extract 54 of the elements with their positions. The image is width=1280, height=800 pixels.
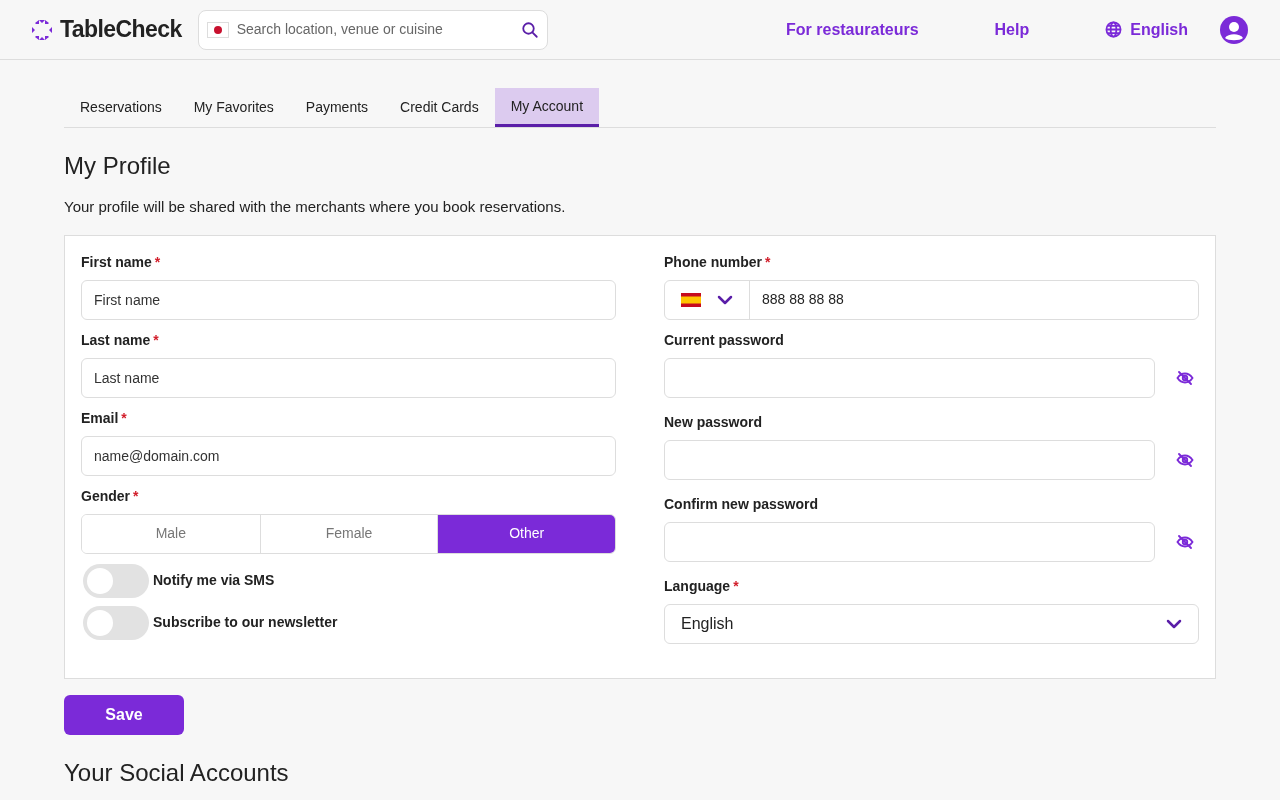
section-title: Your Social Accounts (64, 757, 290, 788)
chevron-down-icon (1166, 618, 1182, 629)
required-mark: * (121, 408, 127, 428)
required-mark: * (153, 330, 159, 350)
field-label: Gender (81, 486, 130, 506)
tab[interactable]: My Favorites (177, 88, 290, 127)
tab[interactable]: Credit Cards (384, 88, 495, 127)
search-input[interactable]: Search location, venue or cuisine (236, 19, 513, 40)
field-label: Phone number (664, 252, 762, 272)
eye-slash-icon[interactable] (1176, 368, 1194, 387)
chevron-down-icon (717, 294, 733, 305)
gender-option[interactable]: Other (437, 514, 615, 553)
required-mark: * (133, 486, 139, 506)
nav-link[interactable]: For restaurateurs (786, 17, 919, 42)
tab[interactable]: My Account (494, 88, 600, 127)
description-text: Your profile will be shared with the merchants where you book reservations. (64, 197, 567, 217)
required-mark: * (733, 576, 739, 596)
save-button[interactable]: Save (64, 694, 184, 735)
tab[interactable]: Payments (289, 88, 385, 127)
required-mark: * (154, 252, 161, 272)
logo-text: TableCheck (60, 15, 182, 45)
input-field[interactable]: Last name (81, 357, 616, 398)
toggle-label: Subscribe to our newsletter (153, 613, 338, 632)
field-label: Confirm new password (664, 494, 819, 514)
field-label: Current password (664, 330, 784, 350)
logo-icon (32, 19, 52, 40)
user-avatar-icon[interactable] (1220, 15, 1248, 44)
field-label: Last name (81, 330, 151, 350)
password-field[interactable] (664, 439, 1155, 480)
input-field[interactable]: First name (81, 279, 616, 320)
required-mark: * (765, 252, 771, 272)
password-field[interactable] (664, 521, 1155, 562)
japan-flag-icon (206, 21, 229, 38)
input-field[interactable]: name@domain.com (81, 435, 616, 476)
field-label: First name (81, 252, 152, 272)
field-label: Email (81, 408, 119, 428)
eye-slash-icon[interactable] (1176, 450, 1194, 469)
toggle-switch[interactable] (83, 605, 149, 640)
spain-flag-icon (681, 292, 701, 307)
phone-number-value[interactable]: 888 88 88 88 (750, 280, 856, 319)
tab[interactable]: Reservations (64, 88, 178, 127)
toggle-label: Notify me via SMS (153, 571, 275, 590)
search-field[interactable]: Search location, venue or cuisine (197, 9, 548, 50)
toggle-switch[interactable] (83, 563, 149, 598)
field-label: New password (664, 412, 763, 432)
language-select[interactable]: English (664, 603, 1199, 644)
password-field[interactable] (664, 357, 1155, 398)
language-link[interactable]: English (1105, 17, 1188, 42)
nav-link[interactable]: Help (994, 17, 1030, 42)
field-label: Language (664, 576, 731, 596)
section-title: My Profile (64, 151, 172, 181)
eye-slash-icon[interactable] (1176, 532, 1194, 551)
search-icon[interactable] (520, 20, 539, 39)
globe-icon (1105, 21, 1123, 38)
